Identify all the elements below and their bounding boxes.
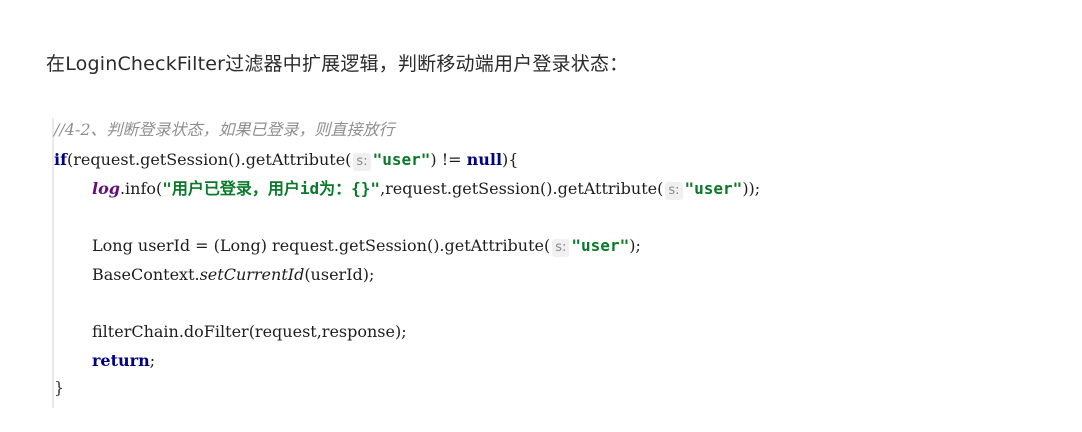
param-hint: s:	[353, 153, 371, 171]
code-text: ) !=	[430, 150, 467, 169]
field-log: log	[92, 179, 120, 198]
code-line-context: BaseContext.setCurrentId(userId);	[92, 265, 374, 285]
param-hint: s:	[665, 182, 683, 200]
code-text: );	[629, 236, 641, 255]
string-literal: "user"	[571, 236, 630, 255]
static-method: setCurrentId	[199, 265, 305, 284]
param-hint: s:	[552, 239, 570, 257]
code-text: ));	[742, 179, 761, 198]
code-block: //4-2、判断登录状态，如果已登录，则直接放行 if(request.getS…	[52, 118, 1052, 408]
code-line-filter: filterChain.doFilter(request,response);	[92, 322, 407, 341]
code-line-if: if(request.getSession().getAttribute(s: "…	[54, 150, 518, 171]
string-literal: "user"	[684, 179, 743, 198]
code-text: ){	[502, 150, 519, 169]
code-close-brace: }	[54, 378, 65, 397]
code-text: BaseContext.	[92, 265, 200, 284]
code-text: (request.getSession().getAttribute(	[66, 150, 352, 169]
string-literal: "用户已登录，用户id为：{}"	[162, 179, 381, 198]
code-line-return: return;	[92, 351, 155, 371]
code-text: ;	[149, 351, 156, 370]
keyword-return: return	[92, 351, 150, 370]
keyword-if: if	[54, 150, 67, 169]
code-text: Long userId = (Long) request.getSession(…	[92, 236, 551, 255]
code-text: .info(	[119, 179, 163, 198]
code-line-log: log.info("用户已登录，用户id为：{}",request.getSes…	[92, 179, 760, 200]
code-comment: //4-2、判断登录状态，如果已登录，则直接放行	[54, 120, 395, 139]
code-text: (userId);	[304, 265, 375, 284]
string-literal: "user"	[372, 150, 431, 169]
code-text: ,request.getSession().getAttribute(	[380, 179, 664, 198]
code-line-decl: Long userId = (Long) request.getSession(…	[92, 236, 641, 257]
section-heading: 在LoginCheckFilter过滤器中扩展逻辑，判断移动端用户登录状态：	[46, 53, 629, 75]
keyword-null: null	[466, 150, 503, 169]
